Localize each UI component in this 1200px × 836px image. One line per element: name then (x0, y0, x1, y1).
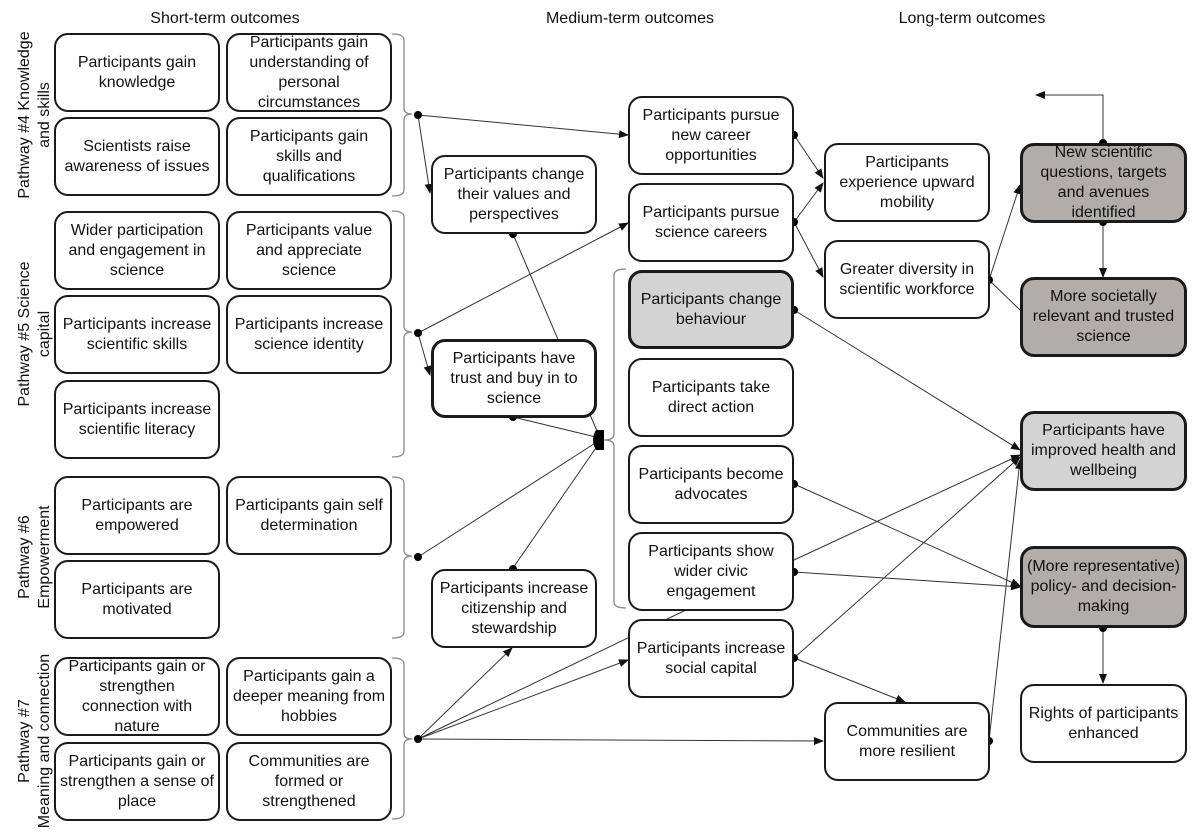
edge-trust-hub (512, 416, 601, 439)
hub-node (593, 430, 604, 450)
node-connection-nature[interactable]: Participants gain or strengthen connecti… (54, 657, 220, 736)
node-civic-engagement[interactable]: Participants show wider civic engagement (628, 532, 794, 611)
edge-social-resilient (793, 657, 906, 703)
node-meaning-hobbies[interactable]: Participants gain a deeper meaning from … (226, 657, 392, 736)
node-scientific-literacy[interactable]: Participants increase scientific literac… (54, 380, 220, 459)
header-long-term: Long-term outcomes (898, 10, 1046, 27)
edge-behaviour-health (793, 309, 1021, 451)
edge-p4-newcareer (417, 114, 629, 139)
edge-p6-hub (417, 439, 601, 558)
node-rights-enhanced[interactable]: Rights of participants enhanced (1020, 684, 1187, 763)
edge-newq-feedback (1035, 91, 1104, 143)
pathway-7-line1: Pathway #7 (16, 699, 33, 783)
node-self-determination[interactable]: Participants gain self determination (226, 476, 392, 555)
edge-p5-scicareers (417, 222, 629, 334)
edge-citizenship-hub (512, 441, 601, 569)
bracket-p4 (391, 33, 413, 197)
node-communities-formed[interactable]: Communities are formed or strengthened (226, 742, 392, 821)
node-wider-participation[interactable]: Wider participation and engagement in sc… (54, 211, 220, 290)
edge-scicareers-mobility (793, 182, 824, 223)
node-new-scientific-questions[interactable]: New scientific questions, targets and av… (1020, 143, 1187, 223)
node-change-behaviour[interactable]: Participants change behaviour (628, 270, 794, 349)
pathway-5-label: Pathway #5 Science capital (15, 244, 55, 424)
node-scientific-skills[interactable]: Participants increase scientific skills (54, 295, 220, 374)
node-value-science[interactable]: Participants value and appreciate scienc… (226, 211, 392, 290)
pathway-4-label: Pathway #4 Knowledge and skills (15, 25, 55, 205)
pathway-5-line2: capital (36, 310, 53, 358)
pathway-6-line1: Pathway #6 (16, 515, 33, 599)
edge-scicareers-diversity (793, 221, 824, 278)
node-raise-awareness[interactable]: Scientists raise awareness of issues (54, 117, 220, 196)
brackets (391, 33, 627, 820)
edge-p7-resilient (417, 736, 824, 745)
header-medium-term: Medium-term outcomes (545, 10, 715, 27)
dot-p5 (414, 329, 422, 337)
bracket-p6 (391, 476, 413, 639)
node-motivated[interactable]: Participants are motivated (54, 560, 220, 639)
node-new-career[interactable]: Participants pursue new career opportuni… (628, 96, 794, 175)
edge-resilient-health (988, 459, 1023, 742)
dot-p7 (414, 735, 422, 743)
dot-p4 (414, 111, 422, 119)
dot-p6 (414, 553, 422, 561)
node-empowered[interactable]: Participants are empowered (54, 476, 220, 555)
node-health-wellbeing[interactable]: Participants have improved health and we… (1020, 411, 1187, 491)
node-citizenship[interactable]: Participants increase citizenship and st… (431, 569, 597, 648)
edge-p7-social (417, 659, 629, 740)
edge-p5-trust (417, 332, 432, 376)
node-communities-resilient[interactable]: Communities are more resilient (824, 702, 990, 781)
edge-civic-policy (793, 571, 1021, 591)
pathway-7-line2: Meaning and connection (36, 653, 53, 829)
pathway-7-label: Pathway #7 Meaning and connection (15, 651, 55, 831)
edge-advocates-policy (793, 483, 1021, 587)
node-upward-mobility[interactable]: Participants experience upward mobility (824, 143, 990, 222)
pathway-6-label: Pathway #6 Empowerment (15, 467, 55, 647)
edge-diversity-relevant (988, 279, 1021, 311)
edge-p7-citizenship (417, 647, 513, 740)
edge-civic-health (793, 454, 1021, 561)
node-relevant-science[interactable]: More societally relevant and trusted sci… (1020, 277, 1187, 357)
edge-diversity-newq (988, 184, 1022, 281)
node-science-identity[interactable]: Participants increase science identity (226, 295, 392, 374)
node-science-careers[interactable]: Participants pursue science careers (628, 183, 794, 262)
pathway-6-line2: Empowerment (36, 505, 53, 609)
node-trust-science[interactable]: Participants have trust and buy in to sc… (431, 339, 597, 418)
pathway-4-line1: Pathway #4 Knowledge (16, 31, 33, 199)
node-direct-action[interactable]: Participants take direct action (628, 358, 794, 437)
pathway-5-line1: Pathway #5 Science (16, 261, 33, 407)
node-sense-of-place[interactable]: Participants gain or strengthen a sense … (54, 742, 220, 821)
node-social-capital[interactable]: Participants increase social capital (628, 619, 794, 698)
bracket-p7 (391, 657, 413, 820)
pathway-4-line2: and skills (36, 82, 53, 148)
edge-p4-values (417, 114, 433, 194)
bracket-p5 (391, 210, 413, 458)
node-policy-making[interactable]: (More representative) policy- and decisi… (1020, 546, 1187, 628)
node-advocates[interactable]: Participants become advocates (628, 445, 794, 524)
bracket-medium (603, 268, 627, 609)
edge-social-health (793, 456, 1021, 659)
edge-newcareer-mobility (793, 134, 824, 179)
node-gain-skills[interactable]: Participants gain skills and qualificati… (226, 117, 392, 196)
node-gain-knowledge[interactable]: Participants gain knowledge (54, 33, 220, 112)
node-change-values[interactable]: Participants change their values and per… (431, 155, 597, 234)
header-short-term: Short-term outcomes (150, 10, 300, 27)
node-greater-diversity[interactable]: Greater diversity in scientific workforc… (824, 240, 990, 319)
node-gain-understanding[interactable]: Participants gain understanding of perso… (226, 33, 392, 112)
